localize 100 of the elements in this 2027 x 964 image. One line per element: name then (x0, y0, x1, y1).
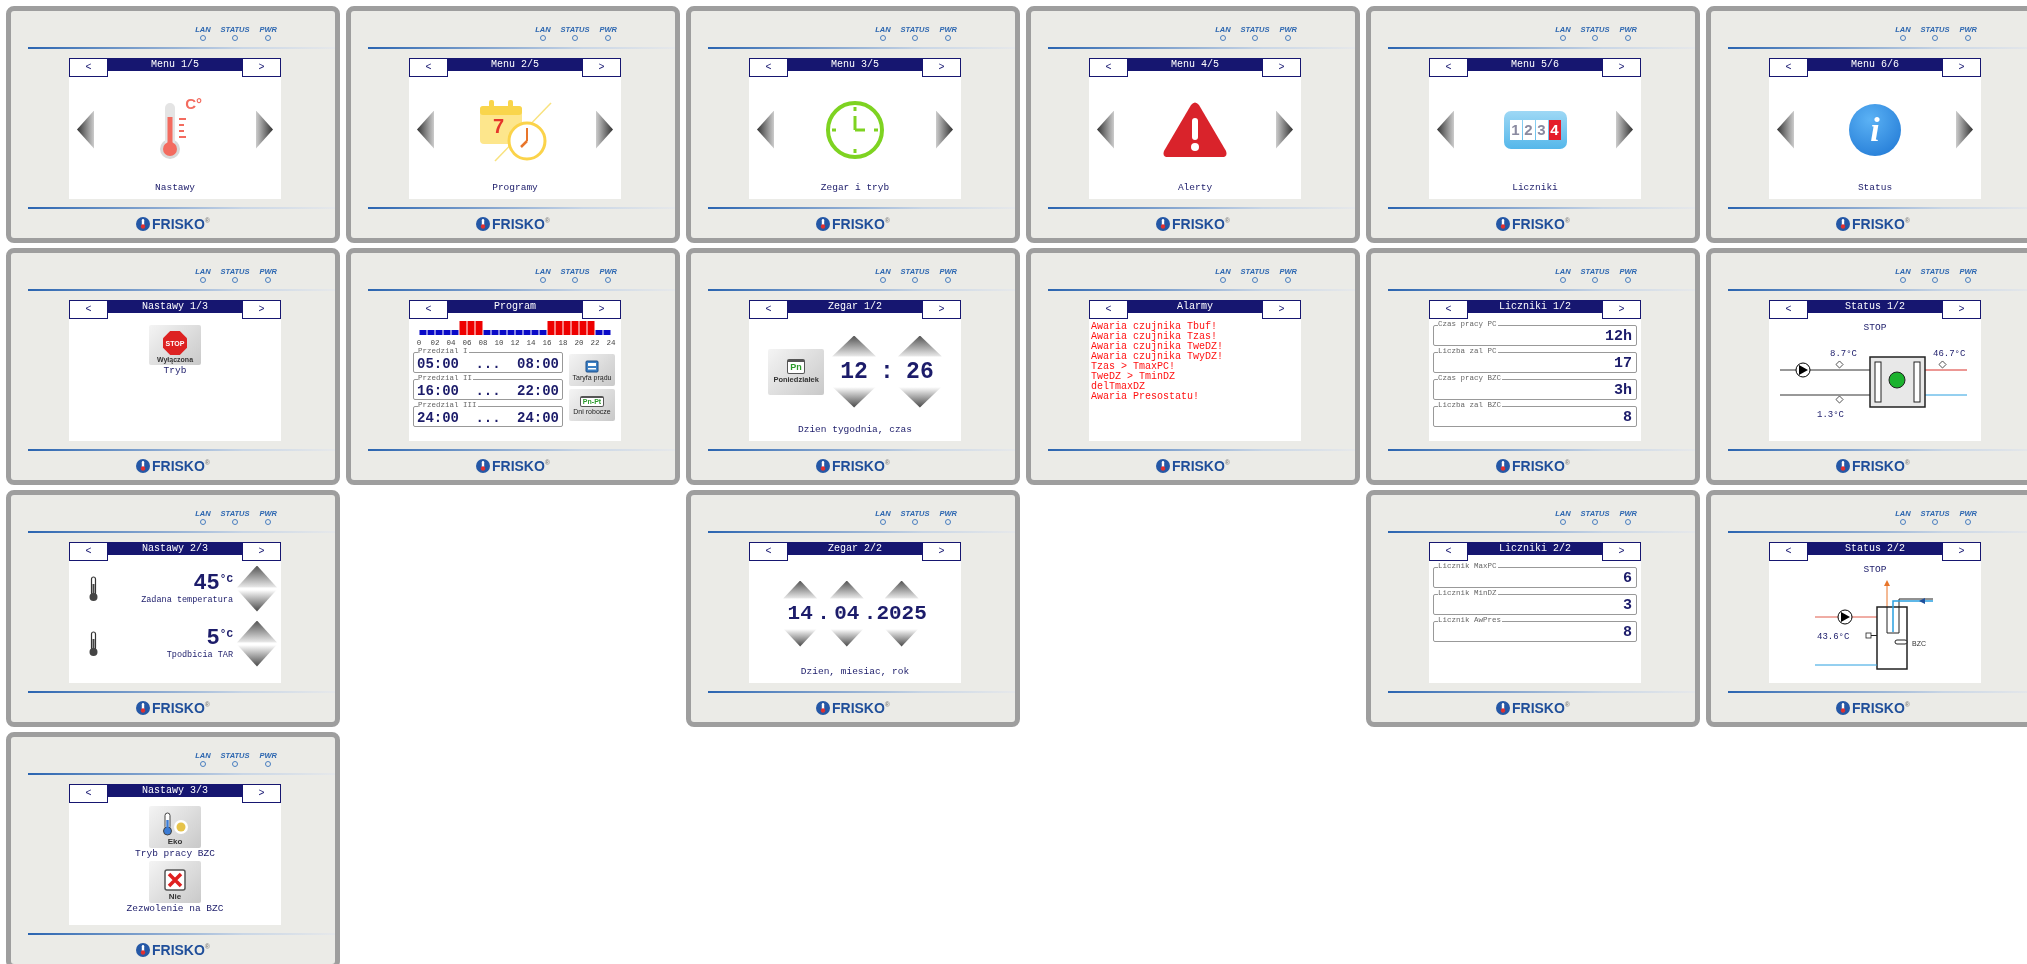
option-button[interactable]: Nie (149, 861, 201, 903)
temperature-reading: 46.7°C (1933, 349, 1966, 359)
range-end: 08:00 (517, 356, 559, 372)
screen-title: Alarmy (1128, 300, 1262, 313)
previous-button[interactable]: < (1089, 300, 1128, 319)
logo-icon (1495, 700, 1510, 715)
next-button[interactable]: > (1942, 300, 1981, 319)
previous-button[interactable]: < (69, 542, 108, 561)
previous-button[interactable]: < (1429, 58, 1468, 77)
screen-title: Liczniki 1/2 (1468, 300, 1602, 313)
screen-caption: Dzien tygodnia, czas (798, 424, 912, 437)
brand-logo: FRISKO$^{®}$ (491, 457, 551, 474)
minutes-value: 26 (906, 358, 934, 385)
menu-label: Zegar i tryb (820, 182, 890, 195)
previous-button[interactable]: < (69, 784, 108, 803)
brand-logo: FRISKO$^{®}$ (831, 699, 891, 716)
next-button[interactable]: > (1942, 542, 1981, 561)
temperature-reading: 1.3°C (1817, 410, 1844, 420)
previous-button[interactable]: < (749, 542, 788, 561)
screen-title: Nastawy 2/3 (108, 542, 242, 555)
brand-logo: FRISKO$^{®}$ (1171, 457, 1231, 474)
screen-title: Program (448, 300, 582, 313)
next-button[interactable]: > (1602, 58, 1641, 77)
next-button[interactable]: > (582, 58, 621, 77)
alarm-message: Awaria czujnika TweDZ! (1091, 342, 1225, 352)
setting-label: Zezwolenie na BZC (126, 903, 224, 914)
previous-button[interactable]: < (1769, 542, 1808, 561)
logo-icon (135, 216, 150, 231)
hours-value: 12 (840, 358, 868, 385)
counter-value: 12h (1605, 328, 1632, 345)
screen-title: Menu 3/5 (788, 58, 922, 71)
range-start: 16:00 (417, 383, 459, 399)
brand-logo: FRISKO$^{®}$ (491, 215, 551, 232)
screen-title: Status 1/2 (1808, 300, 1942, 313)
previous-button[interactable]: < (1429, 300, 1468, 319)
logo-icon (475, 458, 490, 473)
previous-button[interactable]: < (409, 300, 448, 319)
screen-title: Zegar 1/2 (788, 300, 922, 313)
previous-button[interactable]: < (749, 58, 788, 77)
counter-value: 3 (1623, 597, 1632, 614)
previous-button[interactable]: < (1089, 58, 1128, 77)
logo-icon (135, 942, 150, 957)
previous-button[interactable]: < (1429, 542, 1468, 561)
next-button[interactable]: > (242, 300, 281, 319)
menu-label: Liczniki (1512, 182, 1558, 195)
next-button[interactable]: > (1602, 542, 1641, 561)
counter-value: 3h (1614, 382, 1632, 399)
screen-title: Menu 2/5 (448, 58, 582, 71)
alarm-message: TweDZ > TminDZ (1091, 372, 1176, 382)
next-button[interactable]: > (922, 58, 961, 77)
previous-button[interactable]: < (1769, 58, 1808, 77)
next-button[interactable]: > (1942, 58, 1981, 77)
range-end: 24:00 (517, 410, 559, 426)
range-separator: ... (475, 410, 501, 426)
warning-icon (1162, 100, 1228, 159)
previous-button[interactable]: < (409, 58, 448, 77)
next-button[interactable]: > (242, 784, 281, 803)
screen-title: Menu 6/6 (1808, 58, 1942, 71)
previous-button[interactable]: < (69, 300, 108, 319)
date-value: 04 (834, 600, 860, 627)
next-button[interactable]: > (242, 542, 281, 561)
next-button[interactable]: > (922, 542, 961, 561)
screen-title: Zegar 2/2 (788, 542, 922, 555)
range-start: 05:00 (417, 356, 459, 372)
counter-digit: 3 (1535, 119, 1548, 140)
next-button[interactable]: > (1262, 58, 1301, 77)
logo-icon (1835, 700, 1850, 715)
logo-icon (475, 216, 490, 231)
temperature-value: 45 (193, 572, 220, 595)
range-start: 24:00 (417, 410, 459, 426)
next-button[interactable]: > (1262, 300, 1301, 319)
screen-title: Status 2/2 (1808, 542, 1942, 555)
brand-logo: FRISKO$^{®}$ (1511, 699, 1571, 716)
logo-icon (815, 700, 830, 715)
logo-icon (1155, 216, 1170, 231)
menu-label: Programy (492, 182, 538, 195)
range-end: 22:00 (517, 383, 559, 399)
brand-logo: FRISKO$^{®}$ (1511, 215, 1571, 232)
brand-logo: FRISKO$^{®}$ (151, 941, 211, 958)
next-button[interactable]: > (922, 300, 961, 319)
setting-label: Zadana temperatura (141, 594, 233, 605)
previous-button[interactable]: < (749, 300, 788, 319)
brand-logo: FRISKO$^{®}$ (151, 215, 211, 232)
logo-icon (135, 700, 150, 715)
next-button[interactable]: > (582, 300, 621, 319)
alarm-message: delTmaxDZ (1091, 382, 1146, 392)
brand-logo: FRISKO$^{®}$ (1851, 457, 1911, 474)
brand-logo: FRISKO$^{®}$ (151, 699, 211, 716)
screen-title: Liczniki 2/2 (1468, 542, 1602, 555)
unit-label: C° (185, 94, 202, 112)
cross-icon (164, 869, 186, 891)
menu-label: Alerty (1177, 182, 1213, 195)
counter-value: 6 (1623, 570, 1632, 587)
next-button[interactable]: > (1602, 300, 1641, 319)
next-button[interactable]: > (242, 58, 281, 77)
option-button[interactable]: Eko (149, 806, 201, 848)
previous-button[interactable]: < (69, 58, 108, 77)
brand-logo: FRISKO$^{®}$ (831, 215, 891, 232)
info-icon: i (1849, 103, 1901, 156)
previous-button[interactable]: < (1769, 300, 1808, 319)
